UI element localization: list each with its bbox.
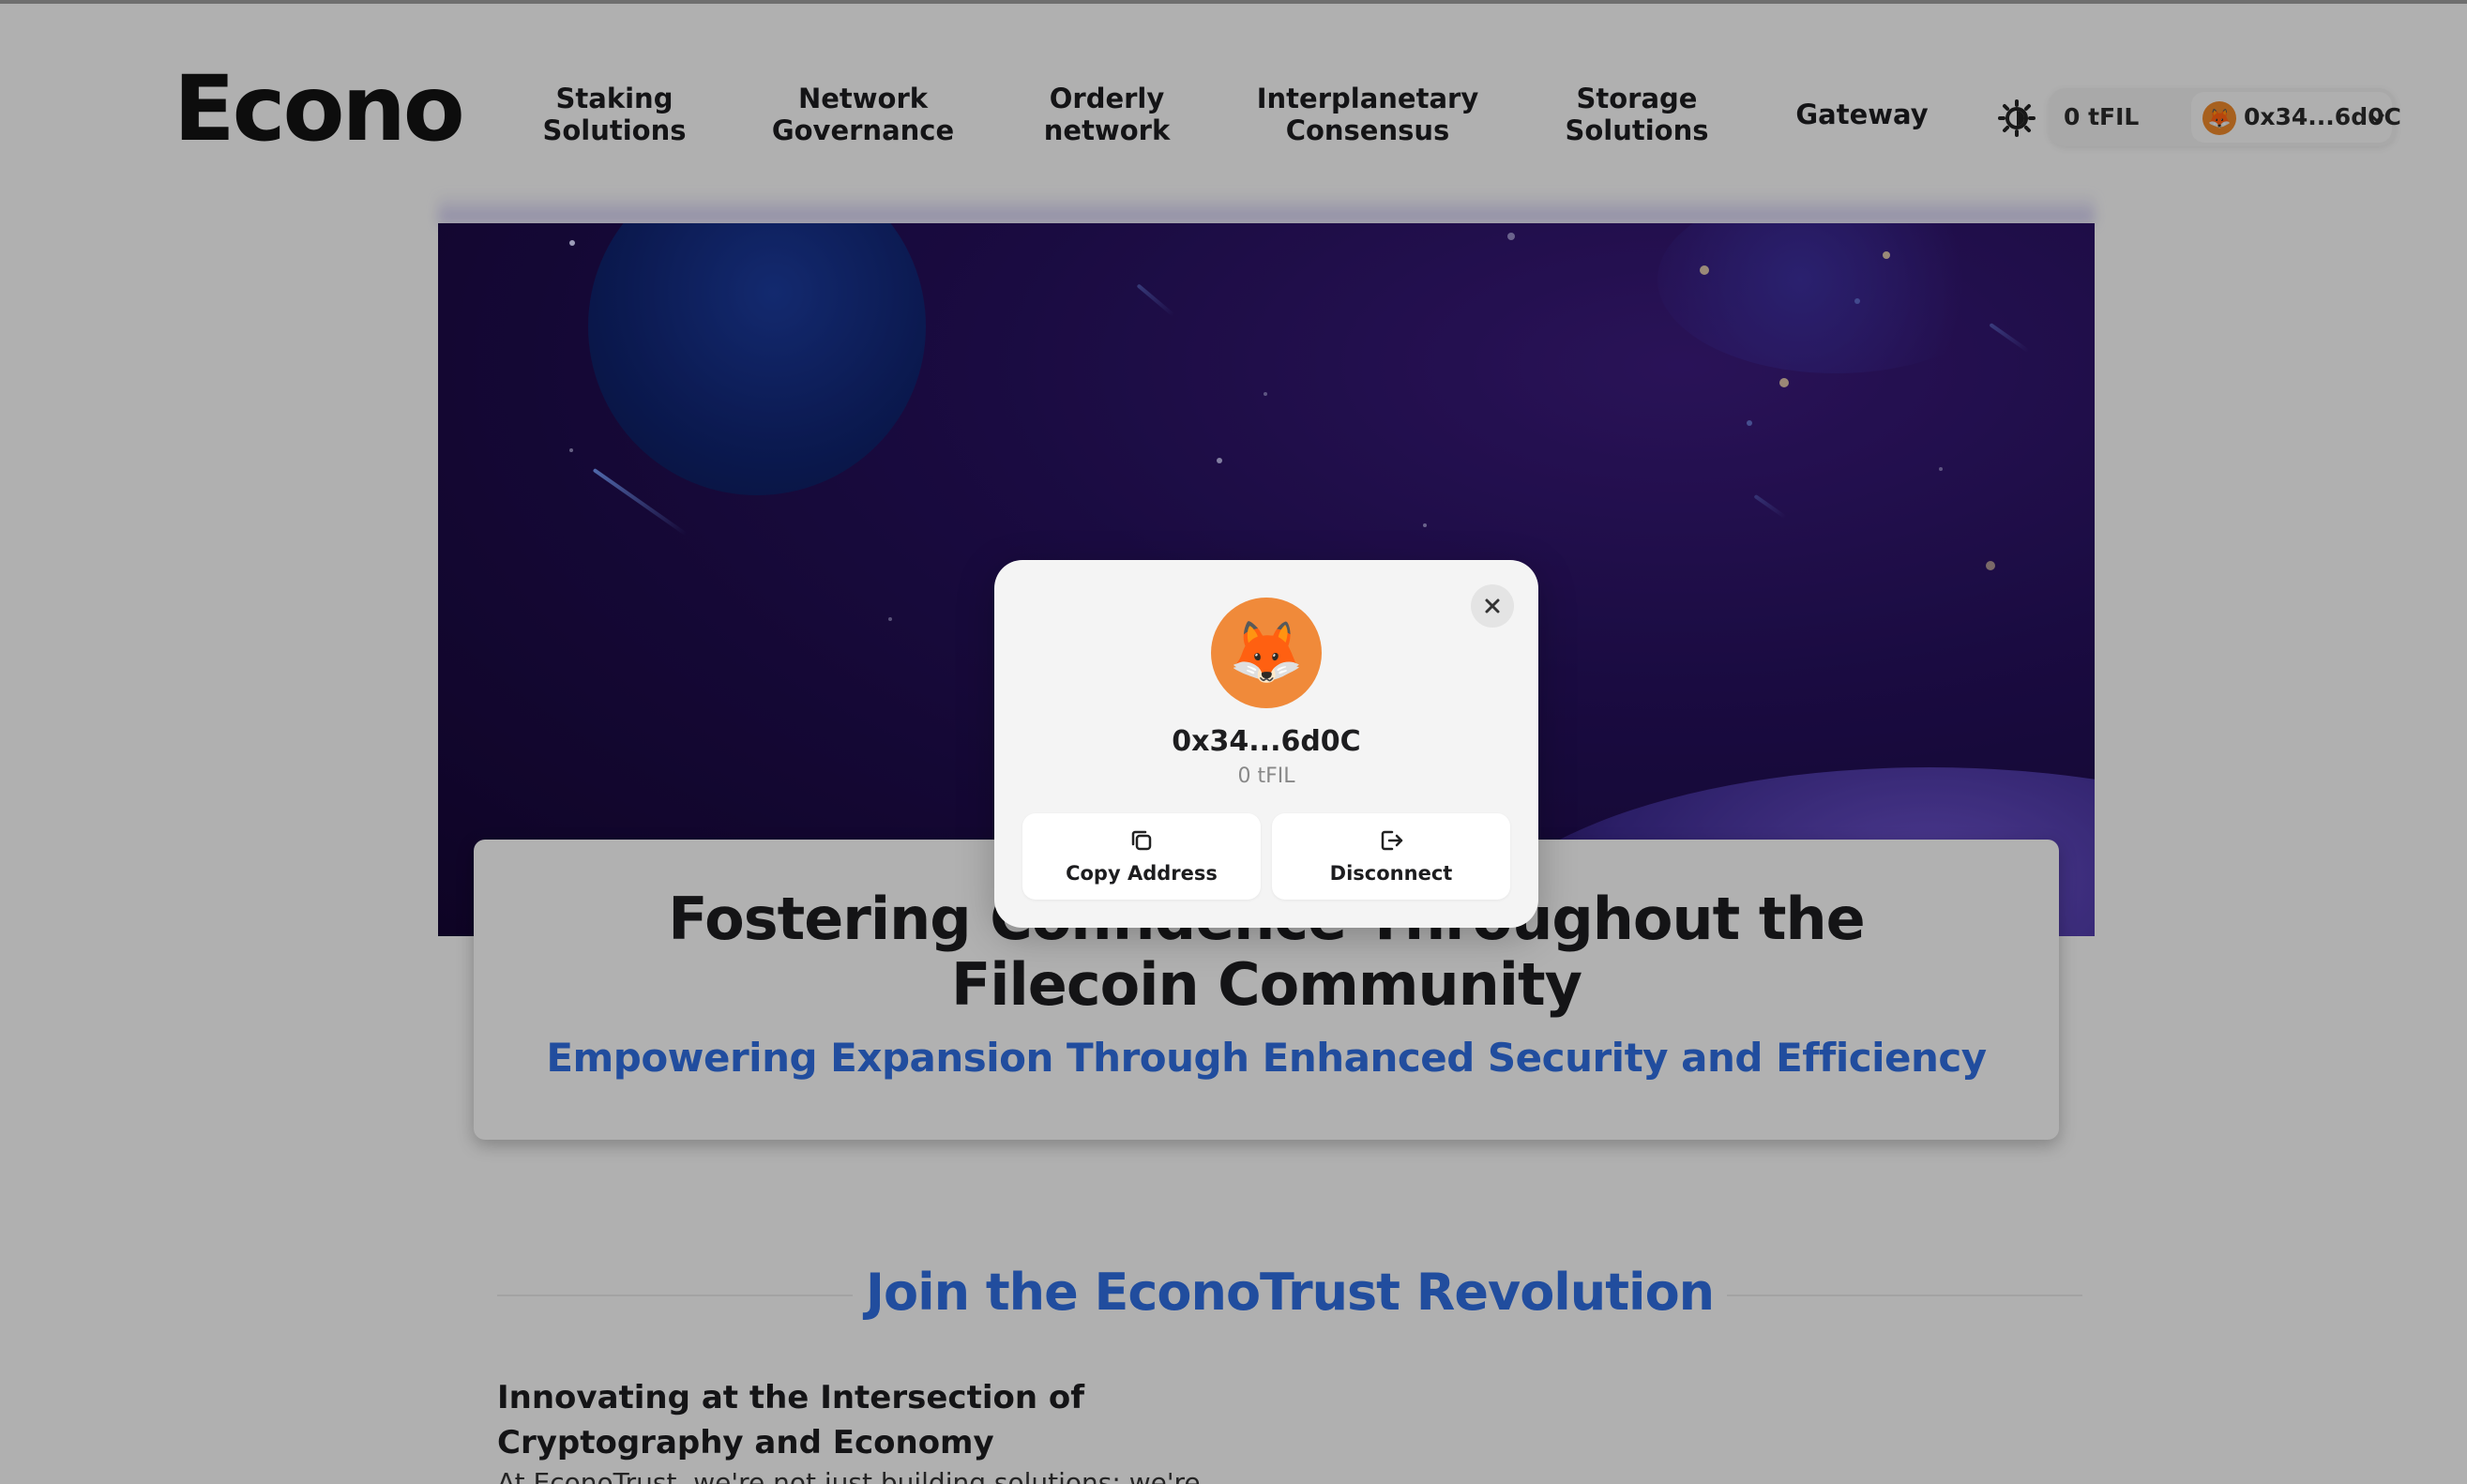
modal-address: 0x34...6d0C bbox=[1172, 725, 1361, 758]
logout-icon bbox=[1381, 830, 1403, 851]
close-icon bbox=[1485, 598, 1500, 613]
close-button[interactable] bbox=[1471, 584, 1514, 628]
account-modal: 🦊 0x34...6d0C 0 tFIL Copy Address Discon… bbox=[994, 560, 1538, 928]
disconnect-button[interactable]: Disconnect bbox=[1272, 813, 1510, 900]
copy-icon bbox=[1131, 830, 1152, 851]
modal-balance: 0 tFIL bbox=[1237, 765, 1295, 788]
disconnect-label: Disconnect bbox=[1329, 862, 1453, 885]
fox-avatar-icon: 🦊 bbox=[1211, 598, 1322, 708]
copy-address-label: Copy Address bbox=[1066, 862, 1218, 885]
copy-address-button[interactable]: Copy Address bbox=[1022, 813, 1261, 900]
